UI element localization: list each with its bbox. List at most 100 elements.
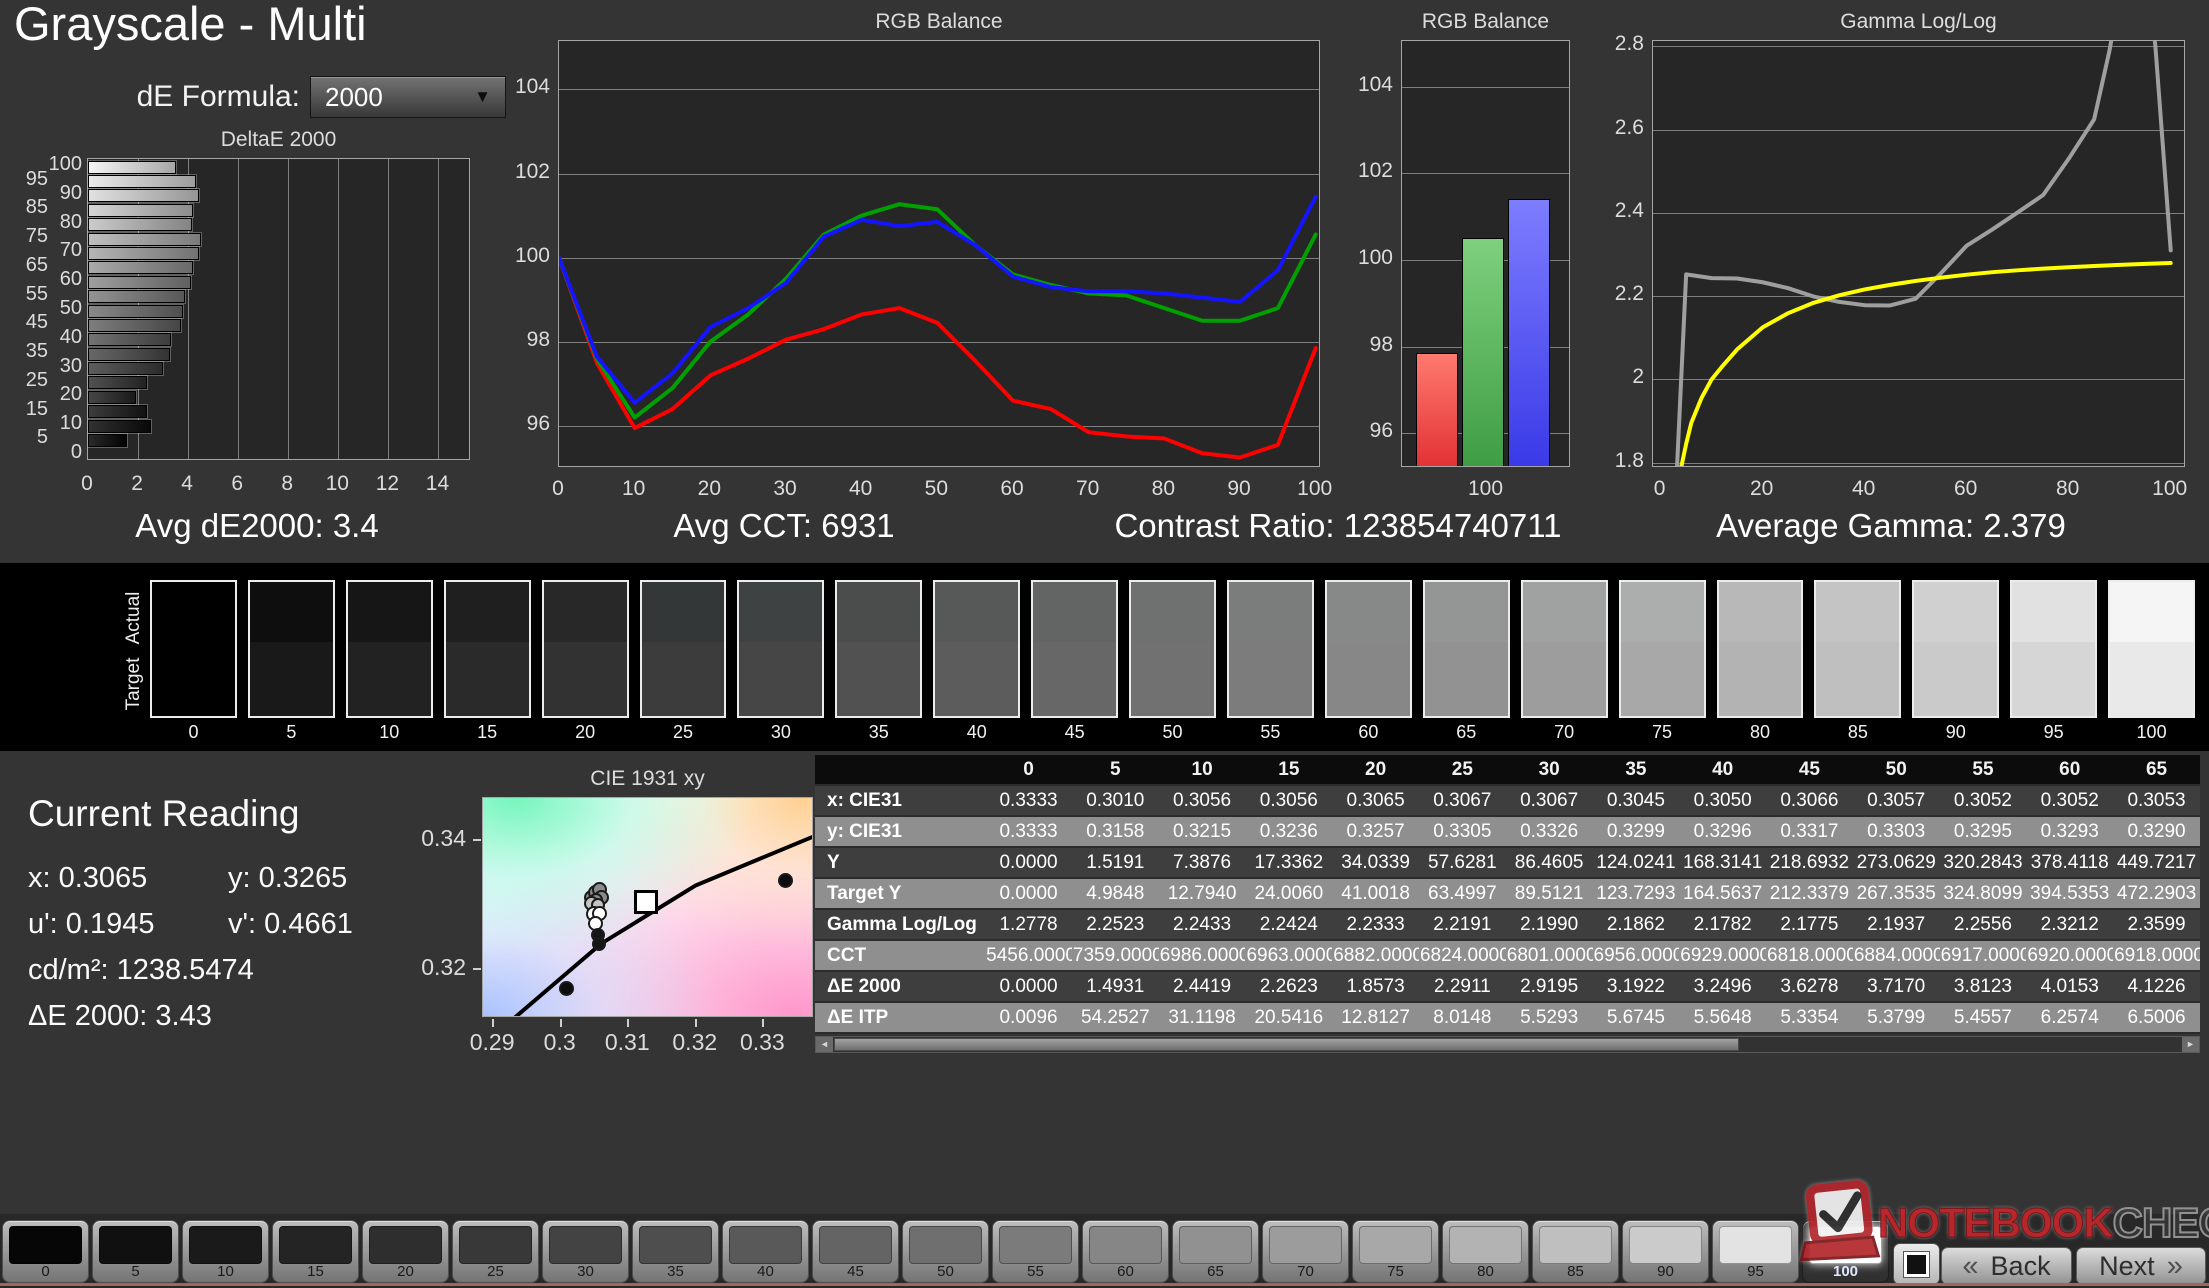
table-cell: 89.5121: [1514, 882, 1584, 904]
pattern-button-75[interactable]: 75: [1352, 1220, 1439, 1283]
table-cell: 2.2523: [1086, 913, 1145, 935]
tile-target-swatch: [1718, 642, 1802, 716]
pattern-swatch: [549, 1226, 622, 1264]
pattern-button-5[interactable]: 5: [92, 1220, 179, 1283]
cie-x-tick: [694, 1019, 697, 1027]
table-cell: 0.3065: [1346, 789, 1405, 811]
table-cell: 6929.0000: [1680, 944, 1767, 966]
scroll-right-button[interactable]: ►: [2182, 1037, 2199, 1052]
reading-v-prime: v': 0.4661: [228, 908, 353, 940]
cie-plot: [482, 797, 813, 1017]
deltae-bar: [88, 160, 176, 174]
grayscale-tile: [2010, 580, 2098, 718]
pattern-button-label: 50: [937, 1263, 954, 1280]
table-cell: 5.4557: [1953, 1006, 2013, 1028]
table-scrollbar[interactable]: ◄ ►: [815, 1036, 2200, 1053]
pattern-button-label: 15: [307, 1263, 324, 1280]
tile-actual-swatch: [1228, 582, 1312, 643]
table-cell: 5.5293: [1520, 1006, 1579, 1028]
x-tick-label: 40: [848, 477, 873, 500]
tile-target-swatch: [837, 642, 921, 716]
current-reading-title: Current Reading: [28, 793, 300, 834]
de-formula-dropdown[interactable]: 2000 ▼: [310, 76, 506, 118]
table-column-header: 35: [1625, 758, 1647, 780]
y-tick-label: 102: [514, 159, 550, 183]
gamma-target-line: [1679, 261, 2173, 466]
y-tick-label: 2.6: [1614, 115, 1644, 139]
x-tick-label: 100: [1467, 477, 1504, 500]
x-tick-label: 60: [1000, 477, 1024, 500]
reading-delta-e: ΔE 2000: 3.43: [28, 1000, 212, 1032]
table-row: Gamma Log/Log 1.2778 2.2523 2.2433 2.2424 2.2…: [815, 909, 2200, 940]
table-cell: 0.3299: [1606, 820, 1665, 842]
pattern-button-label: 60: [1117, 1263, 1134, 1280]
reading-y: y: 0.3265: [228, 862, 348, 894]
tile-target-swatch: [1326, 642, 1410, 716]
tile-value-label: 25: [672, 722, 693, 742]
pattern-button-80[interactable]: 80: [1442, 1220, 1529, 1283]
table-column-header: 50: [1885, 758, 1907, 780]
x-tick-label: 30: [773, 477, 797, 500]
tile-actual-swatch: [152, 582, 235, 643]
deltae-bar: [88, 362, 164, 376]
scroll-left-button[interactable]: ◄: [816, 1037, 833, 1052]
pattern-button-70[interactable]: 70: [1262, 1220, 1349, 1283]
grayscale-tile: [1520, 580, 1608, 718]
pattern-button-30[interactable]: 30: [542, 1220, 629, 1283]
table-row: x: CIE31 0.3333 0.3010 0.3056 0.3056 0.3065 0.…: [815, 785, 2200, 816]
pattern-button-45[interactable]: 45: [812, 1220, 899, 1283]
table-cell: 86.4605: [1514, 851, 1584, 873]
y-tick-label: 2: [1632, 365, 1644, 389]
table-corner-cell: [815, 755, 985, 785]
pattern-button-55[interactable]: 55: [992, 1220, 1079, 1283]
table-cell: 5.5648: [1693, 1006, 1752, 1028]
pattern-button-0[interactable]: 0: [2, 1220, 89, 1283]
table-cell: 5456.0000: [986, 944, 1072, 966]
pattern-button-label: 75: [1387, 1263, 1404, 1280]
table-cell: 6918.0000: [2114, 944, 2200, 966]
table-column-header: 10: [1191, 758, 1213, 780]
strip-tiles: [150, 580, 2196, 718]
cie-chart-title: CIE 1931 xy: [590, 767, 705, 790]
pattern-button-50[interactable]: 50: [902, 1220, 989, 1283]
pattern-button-85[interactable]: 85: [1532, 1220, 1619, 1283]
pattern-button-15[interactable]: 15: [272, 1220, 359, 1283]
pattern-button-10[interactable]: 10: [182, 1220, 269, 1283]
notebookcheck-wordmark: NOTEBOOK CHECK: [1878, 1198, 2209, 1247]
deltae-bar: [88, 290, 186, 304]
tile-actual-swatch: [1816, 582, 1900, 643]
rgb-bar-blue: [1508, 199, 1550, 466]
pattern-button-35[interactable]: 35: [632, 1220, 719, 1283]
y-tick-label: 100: [514, 243, 550, 267]
x-tick-label: 40: [1851, 477, 1876, 500]
pattern-button-label: 10: [217, 1263, 234, 1280]
table-cell: 2.4419: [1173, 975, 1232, 997]
pattern-button-90[interactable]: 90: [1622, 1220, 1709, 1283]
grayscale-tile: [1618, 580, 1706, 718]
pattern-button-25[interactable]: 25: [452, 1220, 539, 1283]
table-cell: 0.0000: [999, 851, 1058, 873]
pattern-button-40[interactable]: 40: [722, 1220, 809, 1283]
tile-target-swatch: [641, 642, 725, 716]
table-cell: 12.8127: [1341, 1006, 1410, 1028]
pattern-button-60[interactable]: 60: [1082, 1220, 1169, 1283]
pattern-button-20[interactable]: 20: [362, 1220, 449, 1283]
table-cell: 168.3141: [1683, 851, 1763, 873]
table-cell: 41.0018: [1341, 882, 1410, 904]
tile-value-label: 20: [575, 722, 596, 742]
tile-value-label: 55: [1260, 722, 1281, 742]
table-cell: 4.0153: [2040, 975, 2099, 997]
cie-x-tick: [492, 1019, 495, 1027]
table-cell: 0.3293: [2040, 820, 2099, 842]
pattern-button-label: 20: [397, 1263, 414, 1280]
tile-value-label: 60: [1358, 722, 1379, 742]
table-cell: 0.3053: [2127, 789, 2186, 811]
pattern-button-95[interactable]: 95: [1712, 1220, 1799, 1283]
table-cell: 320.2843: [1943, 851, 2023, 873]
scrollbar-thumb[interactable]: [834, 1038, 1739, 1051]
pattern-button-65[interactable]: 65: [1172, 1220, 1259, 1283]
deltae-bar: [88, 189, 200, 203]
table-cell: 0.3158: [1086, 820, 1145, 842]
table-cell: 324.8099: [1943, 882, 2023, 904]
table-cell: 34.0339: [1341, 851, 1410, 873]
